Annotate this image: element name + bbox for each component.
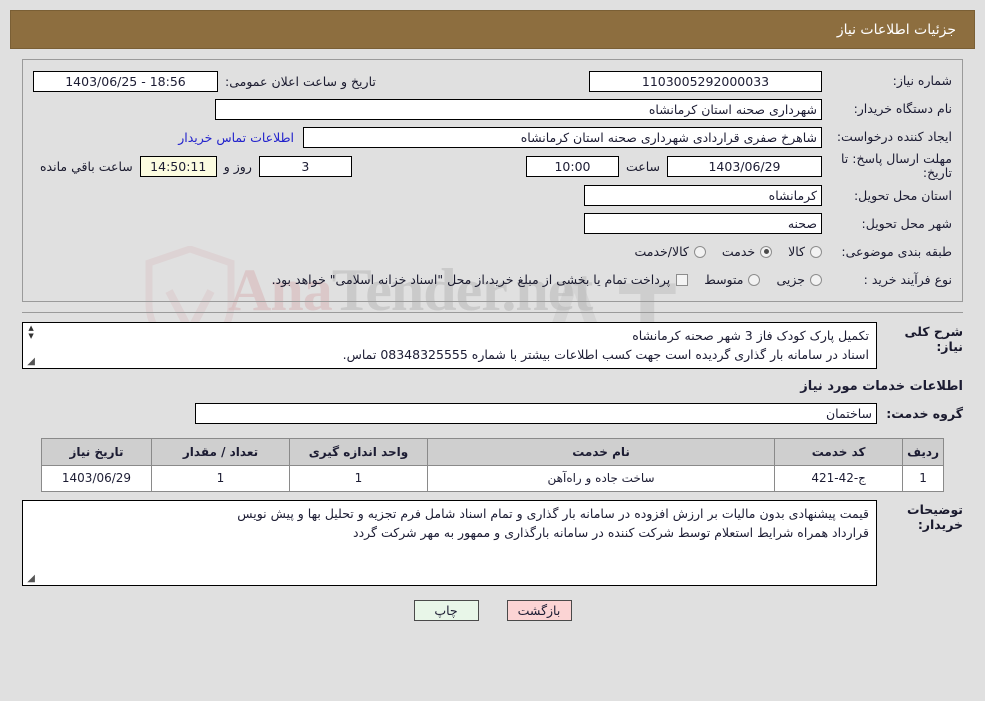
resize-handle-icon[interactable]: ◢	[26, 356, 35, 366]
announce-datetime-value[interactable]: 18:56 - 1403/06/25	[33, 70, 218, 92]
cell-service-name: ساخت جاده و راه‌آهن	[426, 464, 776, 492]
services-section-title: اطلاعات خدمات مورد نیاز	[800, 378, 963, 394]
delivery-city-label: شهر محل تحویل:	[861, 215, 952, 231]
radio-circle-selected-icon[interactable]	[760, 245, 773, 258]
page-header: جزئیات اطلاعات نیاز	[10, 10, 975, 49]
process-radio-medium[interactable]: متوسط	[704, 272, 761, 288]
request-creator-row: ایجاد کننده درخواست: شاهرخ صفری قراردادی…	[33, 124, 952, 150]
request-creator-value[interactable]: شاهرخ صفری قراردادی شهرداری صحنه استان ک…	[303, 126, 822, 148]
category-radio-goods-label: کالا	[788, 244, 805, 260]
page-root: جزئیات اطلاعات نیاز شماره نیاز: 11030052…	[0, 10, 985, 621]
general-description-label: شرح کلی نیاز:	[904, 323, 963, 354]
services-table-head: ردیف کد خدمت نام خدمت واحد اندازه گیری ت…	[41, 437, 944, 466]
cell-need-date: 1403/06/29	[41, 464, 152, 492]
service-group-row: گروه خدمت: ساختمان	[22, 402, 963, 424]
service-group-label: گروه خدمت:	[886, 405, 963, 421]
cell-row-number: 1	[902, 464, 944, 492]
deadline-hour-value[interactable]: 10:00	[525, 155, 619, 177]
need-info-panel: شماره نیاز: 1103005292000033 تاریخ و ساع…	[22, 59, 963, 302]
table-header-row: ردیف کد خدمت نام خدمت واحد اندازه گیری ت…	[41, 437, 944, 466]
deadline-date-value[interactable]: 1403/06/29	[667, 155, 822, 177]
subject-category-row: طبقه بندی موضوعی: کالا خدمت کالا/خدمت	[33, 239, 952, 265]
print-button[interactable]: چاپ	[413, 599, 479, 621]
radio-circle-icon[interactable]	[693, 245, 706, 258]
services-table-body: 1 ج-42-421 ساخت جاده و راه‌آهن 1 1 1403/…	[41, 464, 944, 492]
buyer-notes-textarea[interactable]: قیمت پیشنهادی بدون مالیات بر ارزش افزوده…	[22, 499, 877, 586]
category-radio-service-label: خدمت	[721, 244, 756, 260]
deadline-hour-label: ساعت	[625, 158, 660, 174]
need-number-value[interactable]: 1103005292000033	[589, 70, 822, 92]
category-radio-goods-service[interactable]: کالا/خدمت	[634, 244, 706, 260]
need-number-label: شماره نیاز:	[892, 73, 952, 89]
remaining-days-value[interactable]: 3	[258, 155, 352, 177]
scroll-down-icon[interactable]: ▼	[28, 332, 33, 340]
th-quantity: تعداد / مقدار	[151, 437, 290, 466]
th-service-code: کد خدمت	[774, 437, 904, 466]
remaining-days-label: روز و	[223, 158, 252, 174]
buyer-notes-label: توضیحات خریدار:	[907, 501, 963, 532]
category-radio-goods[interactable]: کالا	[788, 244, 822, 259]
purchase-process-radio-group: جزیی متوسط	[688, 272, 822, 287]
process-radio-medium-label: متوسط	[704, 272, 744, 288]
subject-category-label: طبقه بندی موضوعی:	[841, 243, 952, 259]
delivery-city-row: شهر محل تحویل: صحنه	[33, 211, 952, 237]
footer-actions: بازگشت چاپ	[0, 599, 985, 621]
radio-circle-icon[interactable]	[810, 273, 822, 286]
back-button[interactable]: بازگشت	[506, 599, 572, 621]
radio-circle-icon[interactable]	[748, 273, 761, 286]
need-number-row: شماره نیاز: 1103005292000033 تاریخ و ساع…	[33, 68, 952, 94]
buyer-org-row: نام دستگاه خریدار: شهرداری صحنه استان کر…	[33, 96, 952, 122]
buyer-contact-info-link[interactable]: اطلاعات تماس خریدار	[169, 130, 303, 145]
th-need-date: تاریخ نیاز	[41, 437, 152, 466]
subject-category-radio-group: کالا خدمت کالا/خدمت	[618, 244, 822, 259]
buyer-notes-section: قیمت پیشنهادی بدون مالیات بر ارزش افزوده…	[22, 499, 963, 586]
delivery-province-label: استان محل تحویل:	[853, 187, 952, 203]
textarea-scrollbar[interactable]: ▲ ▼	[24, 324, 38, 340]
buyer-notes-line-1: قیمت پیشنهادی بدون مالیات بر ارزش افزوده…	[237, 505, 869, 521]
purchase-process-row: نوع فرآیند خرید : جزیی متوسط پرداخت تمام…	[33, 267, 952, 293]
general-description-textarea[interactable]: ▲ ▼ تکمیل پارک کودک فاز 3 شهر صحنه کرمان…	[22, 321, 877, 369]
response-deadline-label: مهلت ارسال پاسخ: تا تاریخ:	[841, 151, 952, 181]
th-service-name: نام خدمت	[426, 437, 776, 466]
buyer-org-value[interactable]: شهرداری صحنه استان کرمانشاه	[215, 98, 822, 120]
resize-handle-icon[interactable]: ◢	[26, 573, 35, 583]
delivery-province-value[interactable]: کرمانشاه	[584, 185, 822, 207]
announce-datetime-label: تاریخ و ساعت اعلان عمومی:	[225, 73, 376, 89]
cell-quantity: 1	[151, 464, 290, 492]
cell-measure-unit: 1	[289, 464, 428, 492]
islamic-treasury-checkbox[interactable]	[676, 273, 689, 286]
page-title: جزئیات اطلاعات نیاز	[836, 21, 956, 38]
services-table: ردیف کد خدمت نام خدمت واحد اندازه گیری ت…	[41, 437, 944, 492]
general-description-line-2: اسناد در سامانه بار گذاری گردیده است جهت…	[342, 347, 869, 363]
buyer-notes-line-2: قرارداد همراه شرایط استعلام توسط شرکت کن…	[353, 525, 869, 541]
service-group-value[interactable]: ساختمان	[195, 402, 877, 424]
remaining-time-label: ساعت باقي مانده	[40, 158, 133, 174]
cell-service-code: ج-42-421	[774, 464, 904, 492]
th-measure-unit: واحد اندازه گیری	[289, 437, 428, 466]
response-deadline-row: مهلت ارسال پاسخ: تا تاریخ: 1403/06/29 سا…	[33, 151, 952, 181]
process-radio-minor[interactable]: جزیی	[776, 272, 822, 287]
scroll-up-icon[interactable]: ▲	[28, 324, 33, 332]
delivery-province-row: استان محل تحویل: کرمانشاه	[33, 183, 952, 209]
category-radio-service[interactable]: خدمت	[721, 244, 773, 260]
general-description-section: شرح کلی نیاز: ▲ ▼ تکمیل پارک کودک فاز 3 …	[22, 311, 963, 369]
purchase-process-label: نوع فرآیند خرید :	[863, 271, 952, 287]
islamic-treasury-payment-note: پرداخت تمام یا بخشی از مبلغ خرید،از محل …	[271, 272, 671, 288]
th-row-number: ردیف	[902, 437, 944, 466]
table-row: 1 ج-42-421 ساخت جاده و راه‌آهن 1 1 1403/…	[41, 464, 944, 492]
remaining-time-countdown[interactable]: 14:50:11	[139, 155, 217, 177]
delivery-city-value[interactable]: صحنه	[584, 213, 822, 235]
general-description-line-1: تکمیل پارک کودک فاز 3 شهر صحنه کرمانشاه	[632, 327, 869, 343]
radio-circle-icon[interactable]	[810, 245, 822, 258]
category-radio-goods-service-label: کالا/خدمت	[634, 244, 689, 260]
services-table-wrapper: ردیف کد خدمت نام خدمت واحد اندازه گیری ت…	[41, 437, 944, 492]
process-radio-minor-label: جزیی	[776, 272, 805, 288]
buyer-org-label: نام دستگاه خریدار:	[853, 101, 952, 117]
request-creator-label: ایجاد کننده درخواست:	[836, 129, 952, 145]
